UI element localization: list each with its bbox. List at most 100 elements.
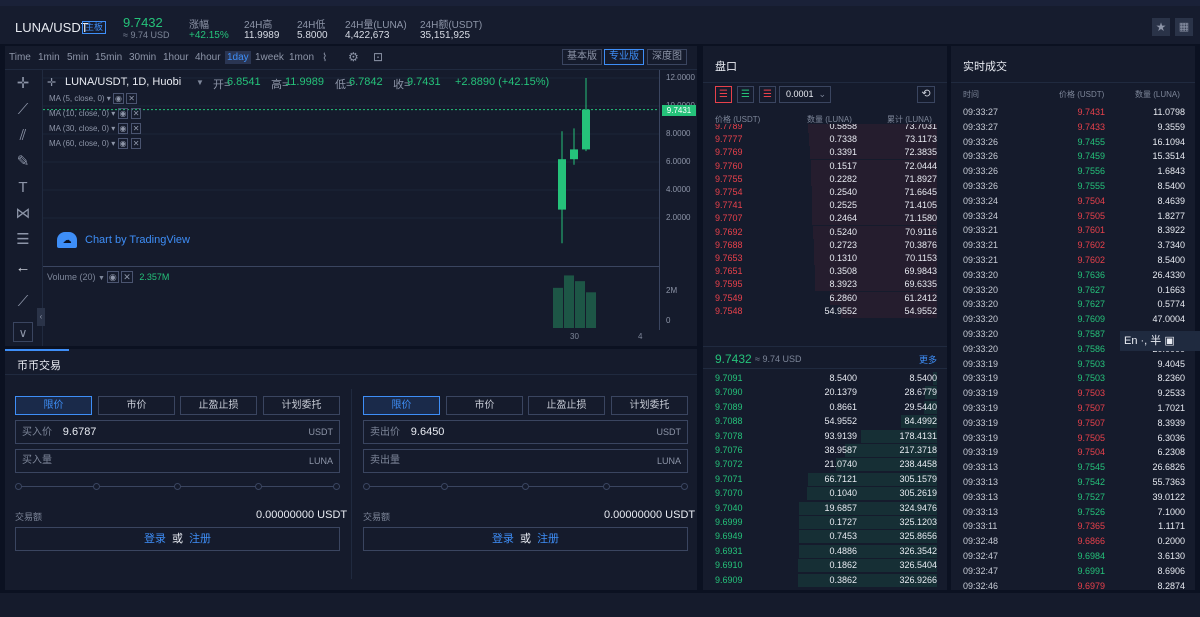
- tf-1min[interactable]: 1min: [38, 52, 60, 63]
- price-axis[interactable]: 12.0000 10.0000 8.0000 6.0000 4.0000 2.0…: [659, 70, 697, 330]
- book-row[interactable]: 9.7688 0.2723 70.3876: [703, 238, 947, 252]
- book-row[interactable]: 9.7692 0.5240 70.9116: [703, 225, 947, 239]
- chevron-down-icon[interactable]: ∨: [13, 322, 33, 342]
- book-row[interactable]: 9.7076 38.9587 217.3718: [703, 444, 947, 457]
- fork-icon[interactable]: ⫽: [13, 126, 33, 146]
- book-row[interactable]: 9.7089 0.8661 29.5440: [703, 400, 947, 414]
- ma-60-label[interactable]: MA (60, close, 0) ▾ ◉ ✕: [49, 138, 142, 149]
- brush-icon[interactable]: ✎: [13, 152, 33, 172]
- book-row[interactable]: 9.7090 20.1379 28.6779: [703, 386, 947, 400]
- slider-dot[interactable]: [441, 483, 448, 490]
- tf-1week[interactable]: 1week: [255, 52, 284, 63]
- volume-dropdown-icon[interactable]: ▼: [98, 275, 107, 282]
- buy-market-button[interactable]: 市价: [98, 396, 175, 415]
- book-row[interactable]: 9.7760 0.1517 72.0444: [703, 159, 947, 173]
- buy-limit-button[interactable]: 限价: [15, 396, 92, 415]
- buy-slider[interactable]: [15, 483, 340, 490]
- slider-dot[interactable]: [603, 483, 610, 490]
- register-link[interactable]: 注册: [189, 533, 211, 545]
- book-row[interactable]: 9.6909 0.3862 326.9266: [703, 573, 947, 587]
- tf-time[interactable]: Time: [9, 52, 31, 63]
- buy-stop-button[interactable]: 止盈止损: [180, 396, 257, 415]
- book-row[interactable]: 9.7769 0.3391 72.3835: [703, 146, 947, 160]
- book-row[interactable]: 9.7777 0.7338 73.1173: [703, 133, 947, 147]
- ruler-icon[interactable]: ⟋: [13, 292, 33, 312]
- pair-name[interactable]: LUNA/USDT: [15, 20, 89, 35]
- ma-30-label[interactable]: MA (30, close, 0) ▾ ◉ ✕: [49, 123, 142, 134]
- tf-1hour[interactable]: 1hour: [163, 52, 189, 63]
- book-both-icon[interactable]: ☰: [715, 86, 732, 103]
- slider-dot[interactable]: [174, 483, 181, 490]
- book-row[interactable]: 9.7548 54.9552 54.9552: [703, 304, 947, 318]
- indicator-icon[interactable]: ⌇: [322, 51, 327, 64]
- buy-price-field[interactable]: 买入价 9.6787 USDT: [15, 420, 340, 444]
- book-row[interactable]: 9.7070 0.1040 305.2619: [703, 487, 947, 501]
- view-depth-button[interactable]: 深度图: [647, 49, 687, 65]
- crosshair-icon[interactable]: ✛: [13, 74, 33, 94]
- volume-close-icon[interactable]: ✕: [121, 271, 133, 283]
- slider-dot[interactable]: [681, 483, 688, 490]
- book-row[interactable]: 9.7078 93.9139 178.4131: [703, 429, 947, 443]
- slider-dot[interactable]: [333, 483, 340, 490]
- book-row[interactable]: 9.7595 8.3923 69.6335: [703, 278, 947, 292]
- register-link[interactable]: 注册: [537, 533, 559, 545]
- slider-dot[interactable]: [93, 483, 100, 490]
- grid-icon[interactable]: ▦: [1175, 18, 1193, 36]
- book-bids-icon[interactable]: ☰: [737, 86, 754, 103]
- book-row[interactable]: 9.7651 0.3508 69.9843: [703, 265, 947, 279]
- legend-title[interactable]: LUNA/USDT, 1D, Huobi: [65, 76, 181, 88]
- pattern-icon[interactable]: ⋈: [13, 204, 33, 224]
- buy-plan-button[interactable]: 计划委托: [263, 396, 340, 415]
- book-row[interactable]: 9.7754 0.2540 71.6645: [703, 186, 947, 199]
- sell-plan-button[interactable]: 计划委托: [611, 396, 688, 415]
- book-row[interactable]: 9.6999 0.1727 325.1203: [703, 516, 947, 529]
- settings-icon[interactable]: ⚙: [348, 50, 359, 64]
- more-link[interactable]: 更多: [919, 353, 937, 366]
- ime-indicator[interactable]: En ·, 半 ▣: [1120, 331, 1200, 351]
- text-icon[interactable]: T: [13, 178, 33, 198]
- book-row[interactable]: 9.7653 0.1310 70.1153: [703, 252, 947, 265]
- slider-dot[interactable]: [522, 483, 529, 490]
- view-pro-button[interactable]: 专业版: [604, 49, 644, 65]
- sell-stop-button[interactable]: 止盈止损: [528, 396, 605, 415]
- book-row[interactable]: 9.6910 0.1862 326.5404: [703, 559, 947, 573]
- legend-dropdown-icon[interactable]: ▼: [196, 78, 204, 87]
- tf-1mon[interactable]: 1mon: [289, 52, 314, 63]
- book-row[interactable]: 9.7072 21.0740 238.4458: [703, 458, 947, 472]
- tab-spot[interactable]: 币币交易: [17, 357, 61, 373]
- arrow-left-icon[interactable]: ←: [13, 258, 33, 278]
- sell-slider[interactable]: [363, 483, 688, 490]
- book-row[interactable]: 9.7741 0.2525 71.4105: [703, 199, 947, 213]
- slider-dot[interactable]: [363, 483, 370, 490]
- star-icon[interactable]: ★: [1152, 18, 1170, 36]
- book-row[interactable]: 9.6949 0.7453 325.8656: [703, 530, 947, 544]
- ma-5-label[interactable]: MA (5, close, 0) ▾ ◉ ✕: [49, 93, 137, 104]
- view-basic-button[interactable]: 基本版: [562, 49, 602, 65]
- tradingview-watermark[interactable]: Chart by TradingView: [85, 234, 190, 246]
- sell-amount-field[interactable]: 卖出量 LUNA: [363, 449, 688, 473]
- sell-price-field[interactable]: 卖出价 9.6450 USDT: [363, 420, 688, 444]
- tf-15min[interactable]: 15min: [95, 52, 122, 63]
- screenshot-icon[interactable]: ⊡: [373, 50, 383, 64]
- book-row[interactable]: 9.7549 6.2860 61.2412: [703, 291, 947, 305]
- tf-4hour[interactable]: 4hour: [195, 52, 221, 63]
- book-row[interactable]: 9.7088 54.9552 84.4992: [703, 415, 947, 429]
- book-row[interactable]: 9.6931 0.4886 326.3542: [703, 544, 947, 558]
- book-row[interactable]: 9.7707 0.2464 71.1580: [703, 212, 947, 226]
- book-row[interactable]: 9.7755 0.2282 71.8927: [703, 172, 947, 186]
- trendline-icon[interactable]: ⟋: [13, 100, 33, 120]
- sell-limit-button[interactable]: 限价: [363, 396, 440, 415]
- book-row[interactable]: 9.7040 19.6857 324.9476: [703, 501, 947, 515]
- tf-5min[interactable]: 5min: [67, 52, 89, 63]
- volume-legend-label[interactable]: Volume (20): [47, 272, 96, 282]
- book-row[interactable]: 9.7789 0.5858 73.7031: [703, 124, 947, 133]
- book-row[interactable]: 9.7071 66.7121 305.1579: [703, 472, 947, 486]
- sell-market-button[interactable]: 市价: [446, 396, 523, 415]
- tf-1day[interactable]: 1day: [225, 51, 251, 64]
- slider-dot[interactable]: [255, 483, 262, 490]
- refresh-icon[interactable]: ⟲: [917, 86, 935, 103]
- login-link[interactable]: 登录: [144, 533, 166, 545]
- volume-eye-icon[interactable]: ◉: [106, 271, 119, 283]
- login-link[interactable]: 登录: [492, 533, 514, 545]
- chart-plot[interactable]: ✛ LUNA/USDT, 1D, Huobi ▼ 开= 6.8541 高= 11…: [43, 70, 659, 330]
